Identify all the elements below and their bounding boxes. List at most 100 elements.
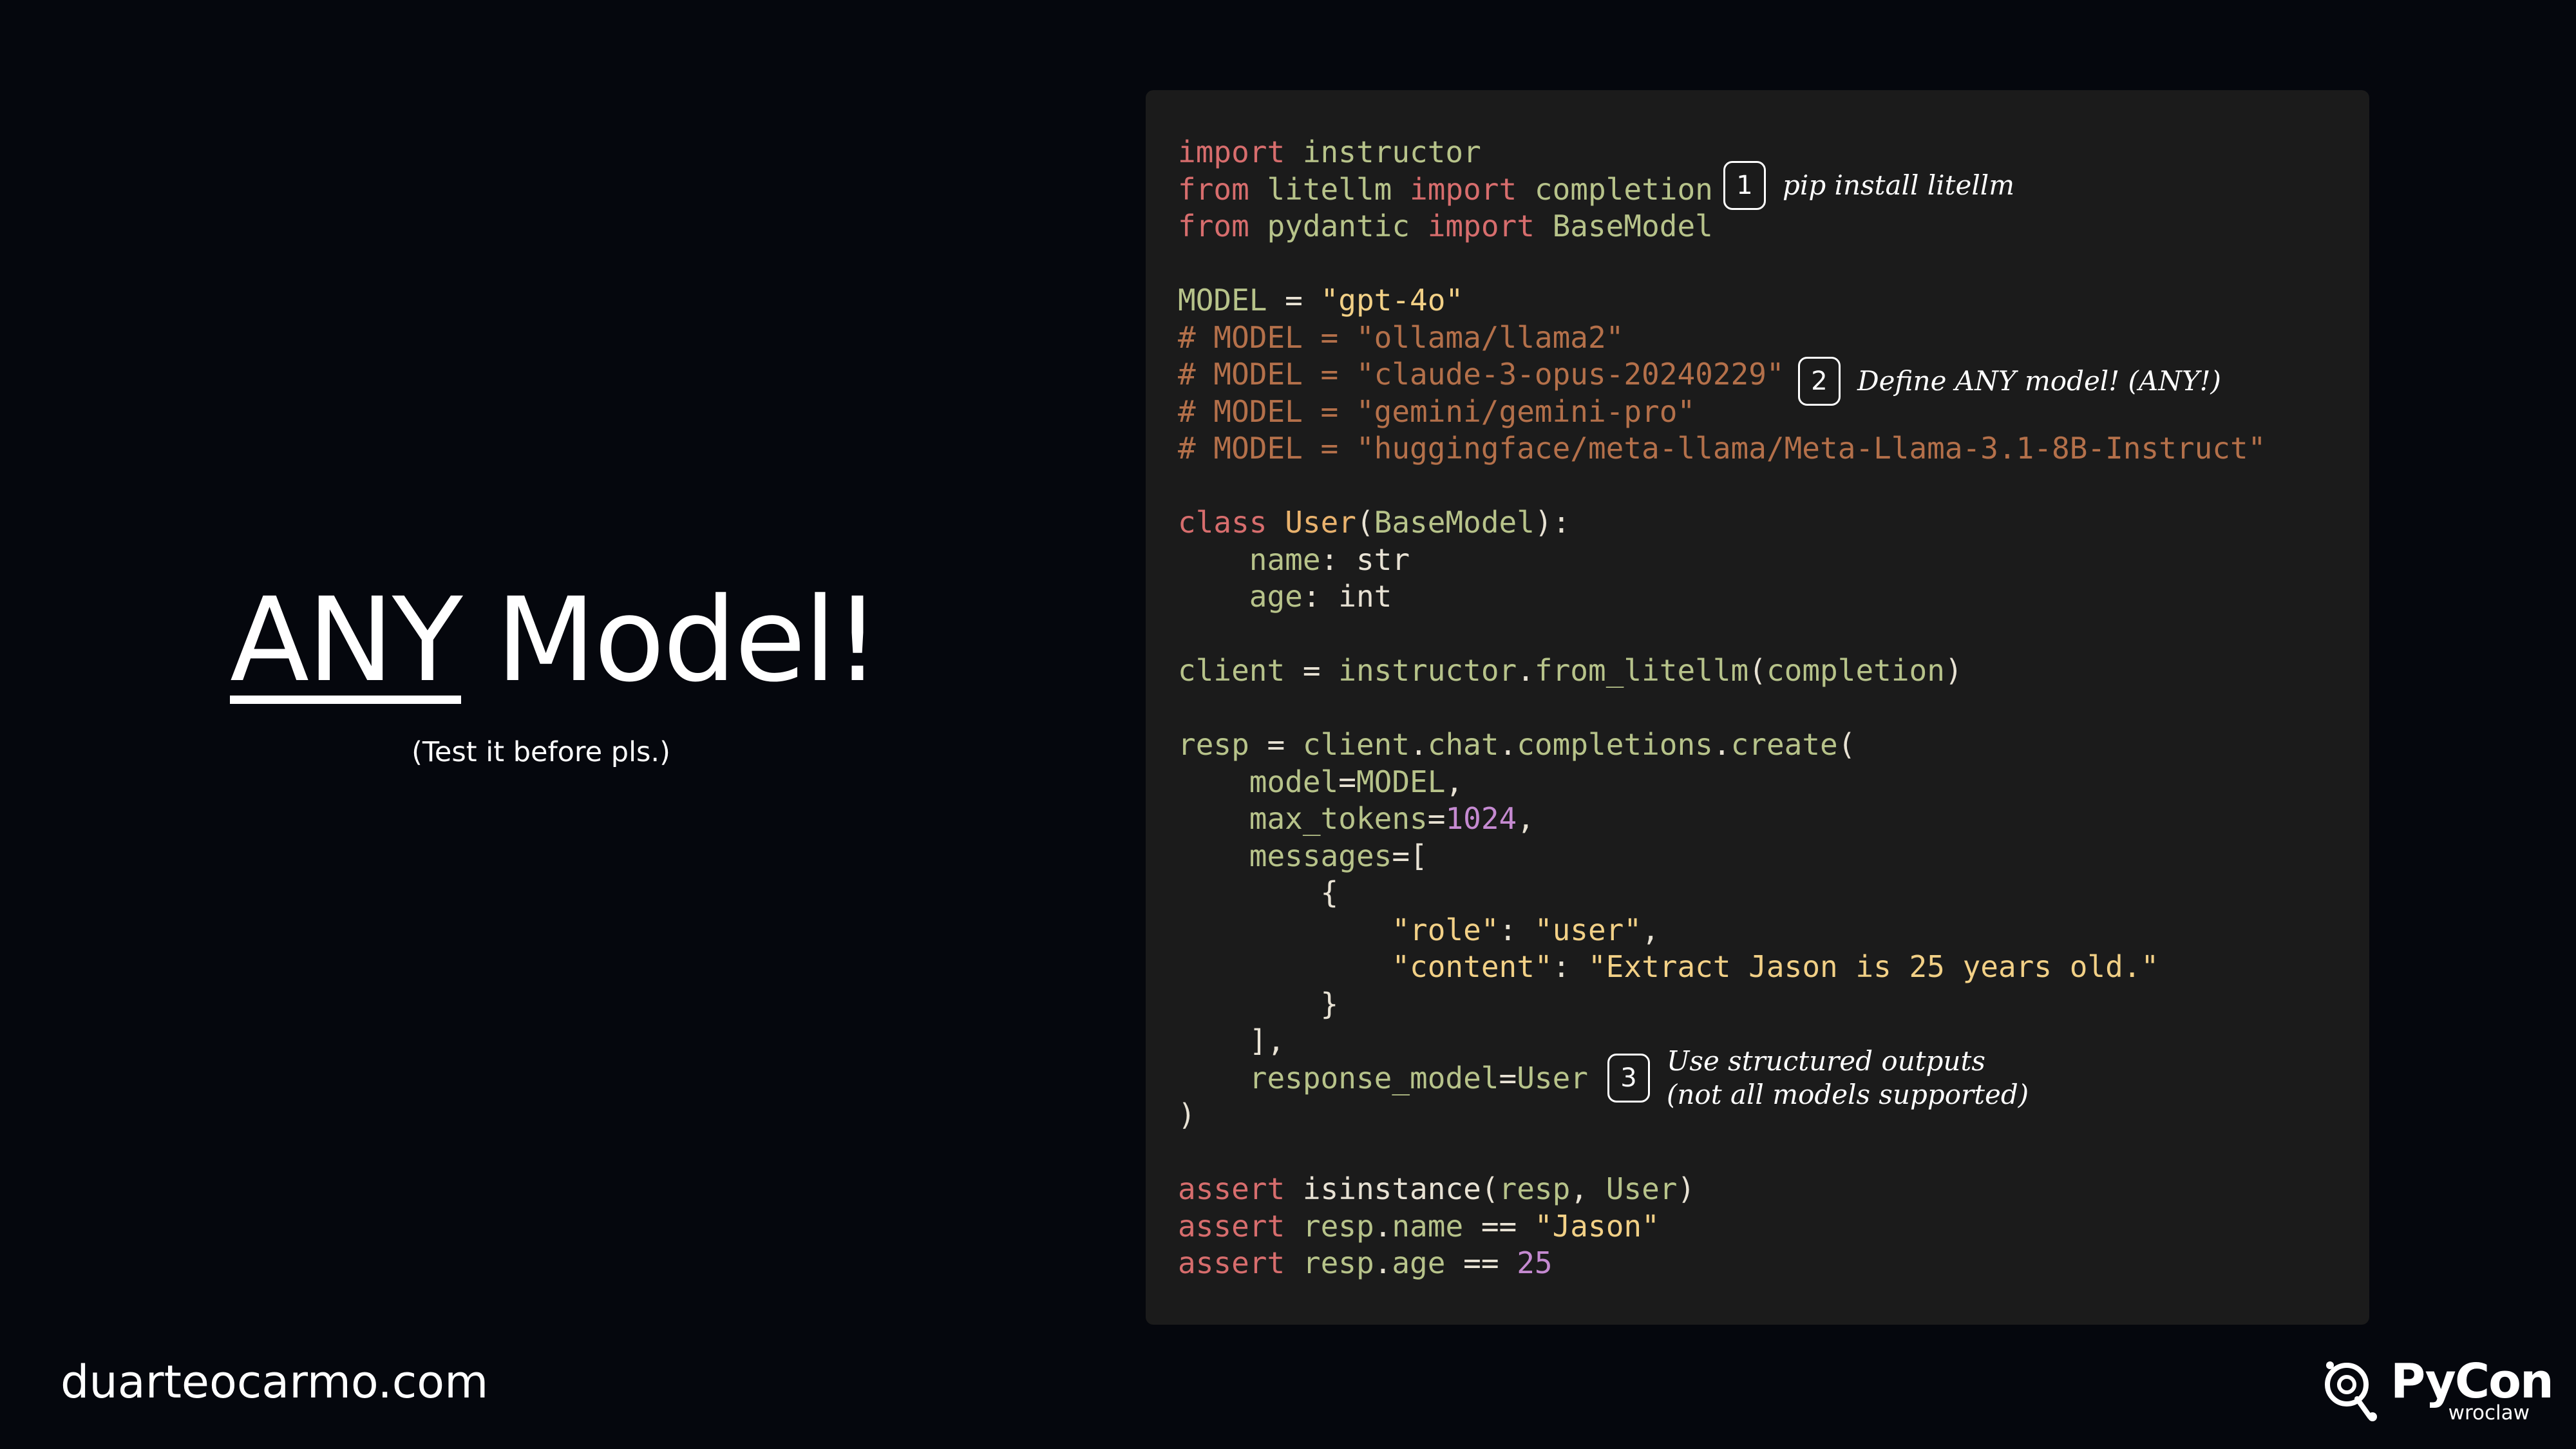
code-line: from pydantic import BaseModel [1178,208,2266,245]
code-token: completion [1517,171,1713,207]
code-token: 25 [1517,1245,1553,1280]
code-line: class User(BaseModel): [1178,504,2266,542]
code-token: class [1178,505,1267,540]
code-token: . [1374,1208,1392,1244]
code-token: from [1178,209,1249,243]
code-token: ) [1178,1097,1196,1132]
code-token: completions [1517,727,1713,762]
code-token: ) [1677,1171,1696,1206]
code-token: . [1712,727,1731,762]
title-any: ANY [230,573,463,708]
code-token: response_model [1249,1060,1499,1095]
code-token: isinstance( [1285,1171,1499,1206]
code-token: BaseModel [1374,505,1535,540]
code-token: instructor [1285,135,1481,169]
code-token: name [1249,542,1321,577]
code-line: MODEL = "gpt-4o" [1178,282,2266,319]
code-line: resp = client.chat.completions.create( [1178,726,2266,764]
code-token: import [1410,171,1517,207]
code-token: . [1517,653,1535,688]
code-line: } [1178,986,2266,1023]
annotation-line: pip install litellm [1783,169,2015,201]
code-token: ) [1944,653,1963,688]
code-token: = [1499,1060,1517,1095]
footer-url: duarteocarmo.com [61,1356,489,1408]
code-token: MODEL [1178,283,1267,317]
code-token: == [1463,1208,1535,1244]
code-token: assert [1178,1208,1285,1244]
code-token: : [1552,949,1588,984]
code-line: "role": "user", [1178,912,2266,949]
code-token: "Jason" [1534,1208,1660,1244]
slide-title: ANY Model! [230,573,881,708]
code-token: # MODEL = "ollama/llama2" [1178,319,1624,355]
code-line: age: int [1178,578,2266,616]
code-line: { [1178,875,2266,912]
annotation-line: Define ANY model! (ANY!) [1857,365,2221,397]
code-token: MODEL [1356,764,1446,799]
code-token: : [1499,912,1535,947]
annotation-text: Use structured outputs (not all models s… [1667,1045,2029,1112]
code-token: resp [1178,727,1249,762]
code-token: . [1374,1245,1392,1280]
code-token: import [1178,135,1285,169]
code-token: ], [1178,1023,1285,1058]
code-line: client = instructor.from_litellm(complet… [1178,652,2266,690]
code-token: ): [1534,505,1571,540]
code-token: litellm [1249,171,1410,207]
slide-subtitle: (Test it before pls.) [412,736,670,768]
pycon-logo: PyCon wroclaw [2318,1352,2554,1430]
code-token: "Extract Jason is 25 years old." [1587,949,2159,984]
annotation-line: (not all models supported) [1667,1079,2029,1110]
code-token: = [1267,283,1321,317]
title-rest: Model! [460,573,881,708]
code-token: ( [1356,505,1374,540]
code-token: : str [1320,542,1410,577]
code-token: from_litellm [1534,653,1749,688]
code-line: assert resp.age == 25 [1178,1245,2266,1282]
code-line: from litellm import completion [1178,171,2266,209]
code-token: == [1445,1245,1517,1280]
code-token: : int [1302,579,1392,614]
annotation-3: 3 Use structured outputs (not all models… [1607,1045,2029,1112]
code-token: assert [1178,1171,1285,1206]
code-token: create [1730,727,1838,762]
pycon-snake-icon [2325,1361,2377,1421]
code-token: "role" [1392,912,1499,947]
code-token: from [1178,171,1249,207]
code-token: . [1410,727,1428,762]
code-token: , [1517,801,1535,836]
code-token: 1024 [1445,801,1517,836]
code-token: , [1445,764,1464,799]
code-token: =[ [1392,838,1428,873]
code-token: User [1605,1171,1678,1206]
code-line: messages=[ [1178,838,2266,875]
code-line: assert isinstance(resp, User) [1178,1171,2266,1208]
code-token: BaseModel [1534,209,1713,243]
code-line: name: str [1178,542,2266,579]
code-line: max_tokens=1024, [1178,800,2266,838]
code-line: # MODEL = "ollama/llama2" [1178,319,2266,357]
code-token: client [1178,653,1285,688]
code-token: resp [1302,1208,1374,1244]
annotation-badge: 1 [1723,161,1766,210]
code-token: completion [1766,653,1945,688]
code-token: , [1642,912,1660,947]
code-line: model=MODEL, [1178,764,2266,801]
code-token: resp [1302,1245,1374,1280]
code-token: age [1392,1245,1446,1280]
code-token: "gpt-4o" [1320,283,1464,317]
code-token: ( [1837,727,1856,762]
code-token: . [1499,727,1517,762]
code-token: assert [1178,1245,1285,1280]
code-token: instructor [1338,653,1517,688]
code-token: "user" [1534,912,1642,947]
code-token: } [1178,986,1339,1021]
